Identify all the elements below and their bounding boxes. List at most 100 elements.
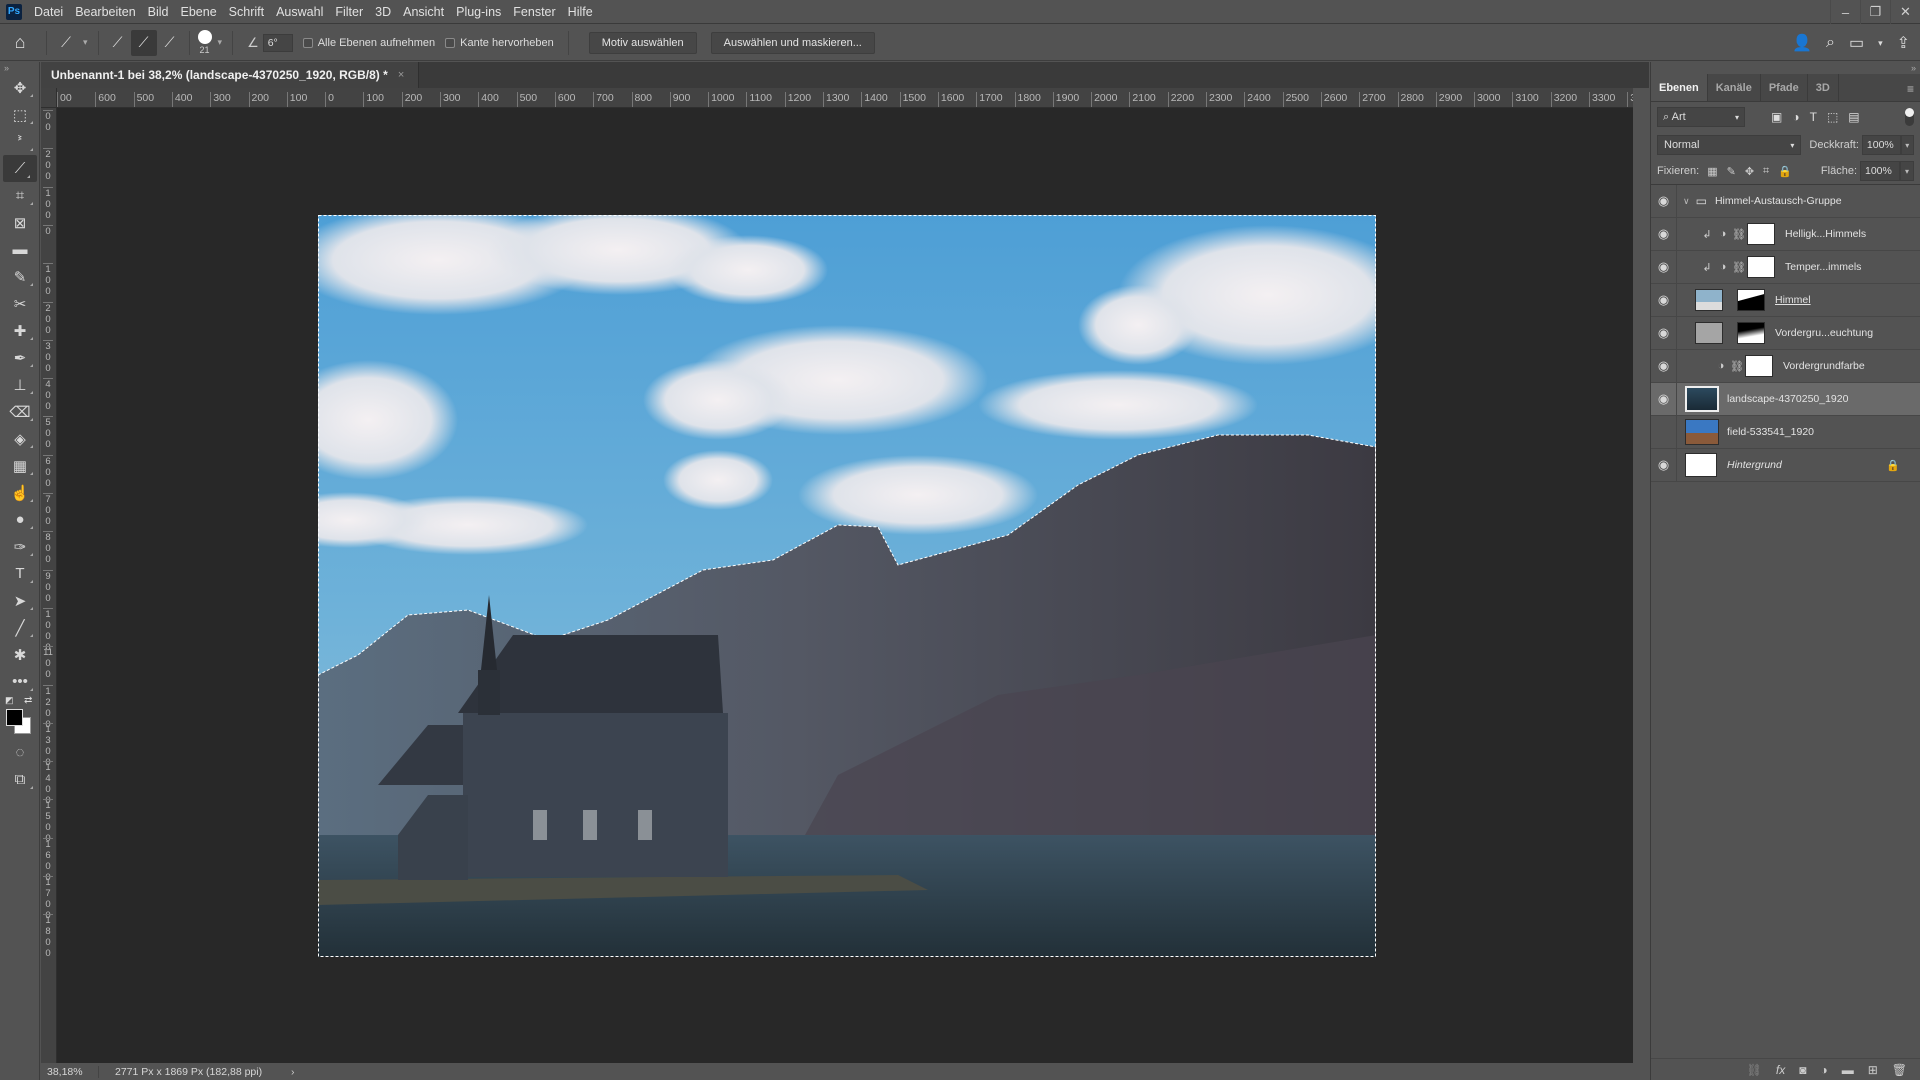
menu-filter[interactable]: Filter [329, 5, 369, 19]
mask-thumbnail[interactable] [1737, 322, 1765, 344]
layer-row[interactable]: ◉ field-533541_1920 [1651, 415, 1920, 449]
ruler-tool-icon[interactable]: ▬ [0, 236, 40, 263]
menu-3d[interactable]: 3D [369, 5, 397, 19]
custom-shape-icon[interactable]: ✱ [0, 641, 40, 668]
sample-all-layers-checkbox[interactable]: Alle Ebenen aufnehmen [302, 37, 435, 49]
gradient-tool-icon[interactable]: ▦ [0, 452, 40, 479]
pen-tool-icon[interactable]: ✑ [0, 533, 40, 560]
eraser-tool-icon[interactable]: ⌫ [0, 398, 40, 425]
layer-thumbnail[interactable] [1695, 322, 1723, 344]
blend-mode-select[interactable]: Normal ▾ [1657, 135, 1802, 155]
layer-thumbnail[interactable] [1695, 289, 1723, 311]
opacity-input[interactable]: 100% [1861, 135, 1901, 155]
tab-pfade[interactable]: Pfade [1761, 74, 1808, 101]
restore-button[interactable]: ❐ [1860, 0, 1890, 24]
new-layer-icon[interactable]: ⊞ [1868, 1063, 1878, 1077]
add-to-selection-icon[interactable]: ⟋ [130, 29, 157, 56]
select-subject-button[interactable]: Motiv auswählen [588, 31, 697, 54]
quick-mask-icon[interactable]: ◌ [0, 739, 40, 766]
adjustment-filter-icon[interactable]: ◑ [1792, 110, 1799, 124]
share-user-icon[interactable]: 👤 [1792, 33, 1812, 53]
layer-kind-filter[interactable]: ⌕ Art ▾ [1657, 107, 1745, 127]
layer-row[interactable]: ◉ Hintergrund 🔒 [1651, 448, 1920, 482]
lock-all-icon[interactable]: 🔒 [1778, 165, 1792, 178]
default-colors-icon[interactable]: ◩ [5, 695, 14, 706]
eye-icon[interactable]: ◉ [1651, 226, 1676, 242]
share-icon[interactable]: ⇪ [1897, 33, 1910, 53]
zoom-level[interactable]: 38,18% [41, 1065, 99, 1078]
crop-tool-icon[interactable]: ⌗ [0, 182, 40, 209]
lock-transparency-icon[interactable]: ▦ [1707, 165, 1717, 178]
eye-icon[interactable]: ◉ [1651, 391, 1676, 407]
lock-position-icon[interactable]: ✥ [1745, 165, 1754, 178]
quick-selection-preset-icon[interactable]: ⟋ [53, 30, 79, 56]
swap-colors-icon[interactable]: ⇄ [24, 695, 32, 706]
chevron-down-icon[interactable]: ▾ [218, 37, 223, 48]
status-menu-arrow[interactable]: › [291, 1066, 295, 1078]
eye-icon[interactable]: ◉ [1651, 292, 1676, 308]
eye-icon[interactable]: ◉ [1651, 259, 1676, 275]
layer-row[interactable]: ◉ Himmel [1651, 283, 1920, 317]
new-adjustment-icon[interactable]: ◑ [1820, 1063, 1827, 1077]
close-window-button[interactable]: ✕ [1890, 0, 1920, 24]
horizontal-ruler[interactable]: 00 600 500 400 300 200 100 0 100 200 300 400 500 600 7… [57, 88, 1633, 108]
canvas-workspace[interactable] [57, 108, 1633, 1063]
workspace-icon[interactable]: ▭ [1849, 33, 1864, 53]
chevron-down-icon[interactable]: ▾ [83, 37, 88, 48]
lasso-tool-icon[interactable]: ᕑ [0, 128, 40, 155]
tab-3d[interactable]: 3D [1808, 74, 1839, 101]
collapse-panel-icon[interactable]: » [1651, 62, 1920, 74]
link-layers-icon[interactable]: ⛓ [1747, 1063, 1762, 1077]
lock-pixels-icon[interactable]: ✎ [1727, 165, 1736, 178]
subtract-from-selection-icon[interactable]: ⟋ [157, 30, 183, 56]
menu-ansicht[interactable]: Ansicht [397, 5, 450, 19]
fx-icon[interactable]: fx [1776, 1063, 1785, 1077]
ruler-origin[interactable] [41, 88, 57, 108]
menu-plugins[interactable]: Plug-ins [450, 5, 507, 19]
link-icon[interactable]: ⛓ [1731, 261, 1747, 274]
collapse-icon[interactable]: » [0, 62, 39, 74]
fill-input[interactable]: 100% [1860, 161, 1900, 181]
menu-datei[interactable]: Datei [28, 5, 69, 19]
eye-icon[interactable]: ◉ [1651, 457, 1676, 473]
chevron-down-icon[interactable]: ∨ [1683, 196, 1690, 207]
dodge-tool-icon[interactable]: ● [0, 506, 40, 533]
brush-tool-icon[interactable]: ✒ [0, 344, 40, 371]
mask-thumbnail[interactable] [1747, 223, 1775, 245]
line-tool-icon[interactable]: ╱ [0, 614, 40, 641]
mask-thumbnail[interactable] [1747, 256, 1775, 278]
checkbox-icon[interactable] [302, 37, 313, 48]
tab-kanaele[interactable]: Kanäle [1708, 74, 1761, 101]
foreground-color-swatch[interactable] [6, 709, 23, 726]
clone-stamp-icon[interactable]: ⊥ [0, 371, 40, 398]
panel-menu-icon[interactable]: ≡ [1907, 82, 1914, 96]
layer-row[interactable]: ◉ ∨ ▭ Himmel-Austausch-Gruppe [1651, 184, 1920, 218]
lock-icon[interactable]: 🔒 [1886, 459, 1900, 472]
menu-bearbeiten[interactable]: Bearbeiten [69, 5, 141, 19]
mask-thumbnail[interactable] [1745, 355, 1773, 377]
new-group-icon[interactable]: ▬ [1842, 1063, 1854, 1077]
menu-hilfe[interactable]: Hilfe [562, 5, 599, 19]
type-filter-icon[interactable]: T [1810, 110, 1817, 124]
paint-bucket-icon[interactable]: ◈ [0, 425, 40, 452]
layer-row[interactable]: ◉ ↲ ◑ ⛓ Temper...immels [1651, 250, 1920, 284]
enhance-edge-checkbox[interactable]: Kante hervorheben [445, 37, 554, 49]
lock-artboard-icon[interactable]: ⌗ [1763, 165, 1769, 178]
chevron-down-icon[interactable]: ▾ [1878, 38, 1883, 49]
brush-picker[interactable]: 21 [197, 30, 212, 55]
filter-toggle[interactable] [1905, 108, 1914, 126]
content-aware-move-icon[interactable]: ✂ [0, 290, 40, 317]
checkbox-icon[interactable] [445, 37, 456, 48]
tab-ebenen[interactable]: Ebenen [1651, 74, 1708, 101]
smart-object-thumbnail[interactable] [1685, 386, 1719, 412]
document-tab[interactable]: Unbenannt-1 bei 38,2% (landscape-4370250… [41, 62, 420, 88]
healing-brush-icon[interactable]: ✚ [0, 317, 40, 344]
opacity-dropdown[interactable]: ▾ [1900, 135, 1914, 155]
eye-icon[interactable]: ◉ [1651, 358, 1676, 374]
select-and-mask-button[interactable]: Auswählen und maskieren... [710, 31, 875, 54]
minimize-button[interactable]: – [1830, 0, 1860, 24]
trash-icon[interactable]: 🗑 [1892, 1063, 1907, 1077]
smart-object-filter-icon[interactable]: ▤ [1848, 110, 1859, 124]
menu-fenster[interactable]: Fenster [507, 5, 561, 19]
eye-icon[interactable]: ◉ [1651, 193, 1676, 209]
